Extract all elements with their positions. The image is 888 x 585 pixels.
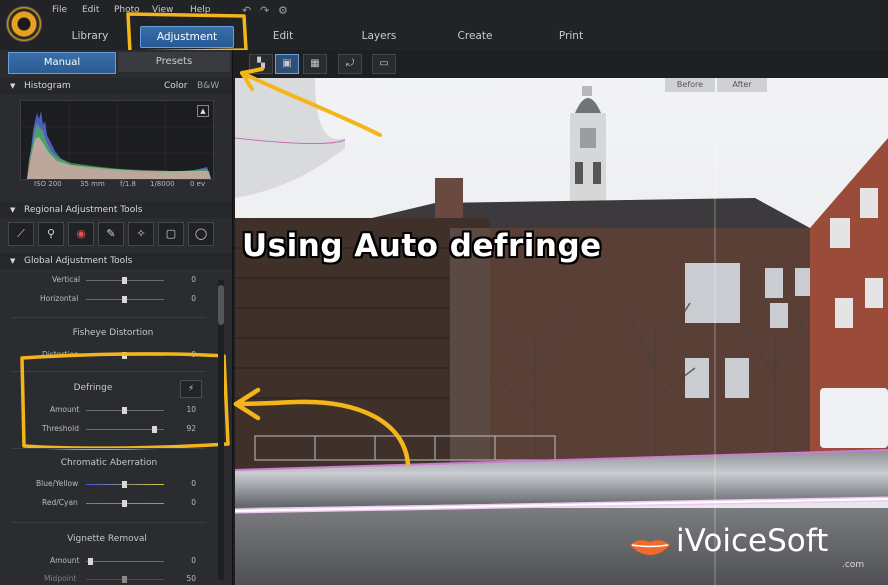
collapse-triangle-icon: ▼	[10, 82, 16, 90]
nav-tab-library[interactable]: Library	[58, 26, 122, 46]
red-cyan-slider-knob[interactable]	[122, 500, 127, 507]
clipping-warning-icon[interactable]: ▲	[197, 105, 209, 117]
vignette-amount-value: 0	[191, 556, 196, 565]
brush-icon[interactable]: ✎	[98, 222, 124, 246]
collapse-triangle-icon: ▼	[10, 257, 16, 265]
chromatic-aberration-title: Chromatic Aberration	[60, 458, 158, 468]
divider	[12, 522, 206, 523]
blue-yellow-value: 0	[191, 479, 196, 488]
horizontal-slider-knob[interactable]	[122, 296, 127, 303]
before-toggle[interactable]: Before	[665, 78, 715, 92]
vignette-amount-slider-track[interactable]	[86, 561, 164, 562]
vertical-value: 0	[191, 275, 196, 284]
histogram-iso: ISO 200	[34, 180, 62, 188]
lips-logo-icon	[628, 535, 672, 557]
radial-filter-icon[interactable]: ⚲	[38, 222, 64, 246]
overlay-caption: Using Auto defringe	[242, 228, 602, 264]
regional-tools-header[interactable]: ▼ Regional Adjustment Tools	[0, 202, 232, 218]
annotation-arrow-defringe	[233, 387, 411, 467]
histogram-color-toggle[interactable]: Color	[164, 78, 188, 94]
red-eye-icon[interactable]: ◉	[68, 222, 94, 246]
annotation-arrow-top	[240, 67, 382, 137]
midpoint-value: 50	[186, 574, 196, 583]
red-cyan-value: 0	[191, 498, 196, 507]
histogram-graph: ▲	[20, 100, 214, 180]
histogram-header[interactable]: ▼ Histogram Color B&W	[0, 78, 232, 94]
app-logo	[6, 6, 42, 42]
watermark-domain: .com	[842, 560, 865, 570]
red-cyan-label: Red/Cyan	[42, 498, 78, 507]
histogram-ev: 0 ev	[190, 180, 206, 188]
tab-manual[interactable]: Manual	[8, 52, 116, 74]
blue-yellow-slider-knob[interactable]	[122, 481, 127, 488]
nav-tab-create[interactable]: Create	[448, 26, 502, 46]
panel-scrollbar-thumb[interactable]	[218, 285, 224, 325]
after-toggle[interactable]: After	[717, 78, 767, 92]
vertical-label: Vertical	[52, 275, 81, 284]
divider	[12, 317, 206, 318]
divider	[12, 448, 206, 449]
nav-tab-edit[interactable]: Edit	[256, 26, 310, 46]
watermark-brand: iVoiceSoft	[676, 523, 829, 559]
histogram-aperture: f/1.8	[120, 180, 136, 188]
crop-square-icon[interactable]: ▢	[158, 222, 184, 246]
collapse-triangle-icon: ▼	[10, 206, 16, 214]
menu-edit[interactable]: Edit	[82, 5, 99, 15]
fisheye-title: Fisheye Distortion	[72, 328, 154, 338]
midpoint-label: Midpoint	[44, 574, 77, 583]
vertical-slider-knob[interactable]	[122, 277, 127, 284]
panel-scrollbar[interactable]	[218, 280, 224, 580]
horizontal-label: Horizontal	[40, 294, 79, 303]
photo-canvas[interactable]	[235, 78, 888, 585]
annotation-box-defringe	[20, 352, 230, 450]
midpoint-slider-knob[interactable]	[122, 576, 127, 583]
histogram-focal-length: 35 mm	[80, 180, 105, 188]
settings-gear-icon[interactable]: ⚙	[278, 4, 288, 17]
vignette-amount-label: Amount	[50, 556, 80, 565]
gradient-tool-icon[interactable]: ⟋	[8, 222, 34, 246]
histogram-bw-toggle[interactable]: B&W	[197, 78, 219, 94]
redo-icon[interactable]: ↷	[260, 4, 269, 17]
spot-removal-icon[interactable]: ✧	[128, 222, 154, 246]
global-tools-header[interactable]: ▼ Global Adjustment Tools	[0, 253, 232, 269]
menu-file[interactable]: File	[52, 5, 67, 15]
histogram-shutter: 1/8000	[150, 180, 175, 188]
nav-tab-layers[interactable]: Layers	[352, 26, 406, 46]
circle-mask-icon[interactable]: ◯	[188, 222, 214, 246]
tab-presets[interactable]: Presets	[118, 52, 230, 72]
vignette-removal-title: Vignette Removal	[67, 534, 147, 544]
horizontal-value: 0	[191, 294, 196, 303]
blue-yellow-label: Blue/Yellow	[36, 479, 79, 488]
nav-tab-print[interactable]: Print	[544, 26, 598, 46]
vignette-amount-slider-knob[interactable]	[88, 558, 93, 565]
